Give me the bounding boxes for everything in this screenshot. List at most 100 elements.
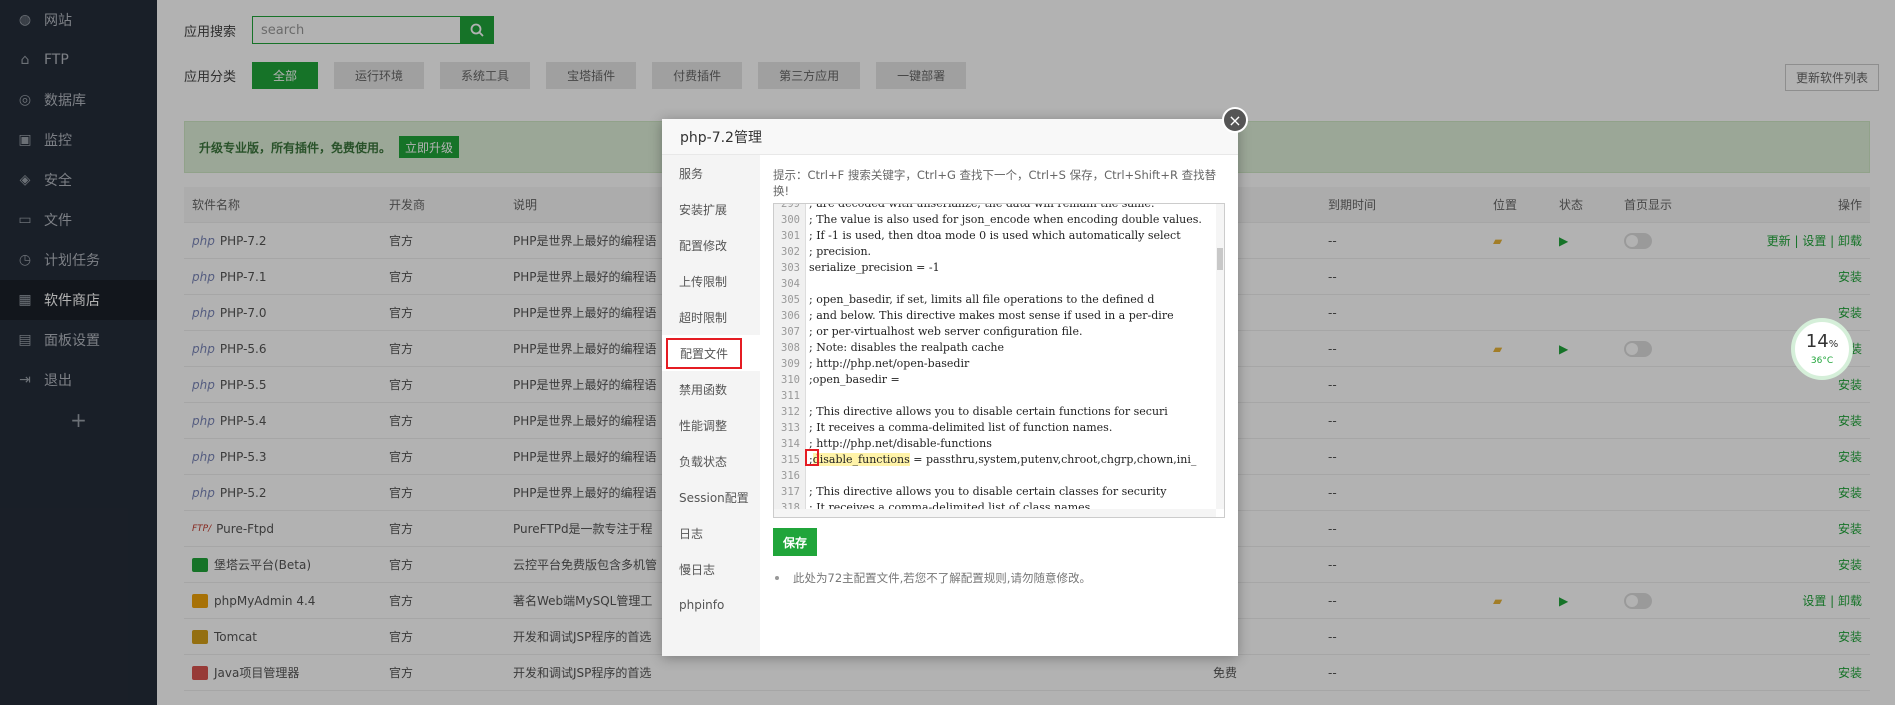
editor-line[interactable]: 304 <box>774 276 1216 292</box>
config-editor[interactable]: 299 ; are decoded with unserialize, the d… <box>773 203 1225 518</box>
line-number: 305 <box>781 294 800 306</box>
line-text: ; precision. <box>809 245 872 258</box>
dialog-tab-label: Session配置 <box>679 490 749 505</box>
line-number: 299 <box>781 203 800 210</box>
line-number: 315 <box>781 454 800 466</box>
php-manage-dialog: php-7.2管理 × 服务安装扩展配置修改上传限制超时限制配置文件禁用函数性能… <box>662 107 1248 656</box>
dialog-tab-0[interactable]: 服务 <box>662 155 760 191</box>
dialog-tab-5[interactable]: 配置文件 <box>662 335 760 371</box>
line-number: 311 <box>781 390 800 402</box>
search-highlight: disable_functions <box>812 453 910 466</box>
editor-line[interactable]: 308 ; Note: disables the realpath cache <box>774 340 1216 356</box>
config-note: 此处为72主配置文件,若您不了解配置规则,请勿随意修改。 <box>773 570 1226 586</box>
editor-line[interactable]: 303 serialize_precision = -1 <box>774 260 1216 276</box>
editor-line[interactable]: 301 ; If -1 is used, then dtoa mode 0 is … <box>774 228 1216 244</box>
dialog-tab-label: 配置文件 <box>666 337 743 369</box>
dialog-tab-label: 配置修改 <box>679 238 728 253</box>
line-number: 306 <box>781 310 800 322</box>
dialog-tab-10[interactable]: 日志 <box>662 515 760 551</box>
vertical-scrollbar[interactable] <box>1216 204 1224 509</box>
line-number: 312 <box>781 406 800 418</box>
dialog-tab-label: 安装扩展 <box>679 202 728 217</box>
line-text: ;open_basedir = <box>809 373 900 386</box>
editor-line[interactable]: 311 <box>774 388 1216 404</box>
dialog-tab-6[interactable]: 禁用函数 <box>662 371 760 407</box>
dialog-tab-1[interactable]: 安装扩展 <box>662 191 760 227</box>
cpu-percent: 14% <box>1805 330 1839 352</box>
dialog-tab-9[interactable]: Session配置 <box>662 479 760 515</box>
line-number: 310 <box>781 374 800 386</box>
dialog-tab-label: phpinfo <box>679 598 725 612</box>
line-number: 314 <box>781 438 800 450</box>
dialog-body: 提示：Ctrl+F 搜索关键字，Ctrl+G 查找下一个，Ctrl+S 保存，C… <box>760 155 1238 656</box>
editor-line[interactable]: 310 ;open_basedir = <box>774 372 1216 388</box>
dialog-tab-label: 负载状态 <box>679 454 728 469</box>
line-number: 308 <box>781 342 800 354</box>
line-text <box>804 276 809 292</box>
editor-line[interactable]: 312 ; This directive allows you to disabl… <box>774 404 1216 420</box>
editor-line[interactable]: 305 ; open_basedir, if set, limits all fi… <box>774 292 1216 308</box>
editor-line[interactable]: 309 ; http://php.net/open-basedir <box>774 356 1216 372</box>
dialog-tabs: 服务安装扩展配置修改上传限制超时限制配置文件禁用函数性能调整负载状态 Sessio… <box>662 155 760 656</box>
line-number: 300 <box>781 214 800 226</box>
line-number: 309 <box>781 358 800 370</box>
line-text: ; It receives a comma-delimited list of … <box>809 421 1113 434</box>
close-icon[interactable]: × <box>1222 107 1248 133</box>
dialog-tab-label: 慢日志 <box>679 562 716 577</box>
scroll-thumb[interactable] <box>1217 248 1223 270</box>
editor-line[interactable]: 302 ; precision. <box>774 244 1216 260</box>
cpu-temp: 36°C <box>1810 355 1834 366</box>
editor-line[interactable]: 317 ; This directive allows you to disabl… <box>774 484 1216 500</box>
line-number: 307 <box>781 326 800 338</box>
line-number: 317 <box>781 486 800 498</box>
line-text: ; and below. This directive makes most s… <box>809 309 1174 322</box>
editor-line[interactable]: 300 ; The value is also used for json_enc… <box>774 212 1216 228</box>
line-number: 313 <box>781 422 800 434</box>
editor-line[interactable]: 316 <box>774 468 1216 484</box>
editor-lines[interactable]: 299 ; are decoded with unserialize, the d… <box>774 203 1216 516</box>
dialog-tab-label: 上传限制 <box>679 274 728 289</box>
note-text: 此处为72主配置文件,若您不了解配置规则,请勿随意修改。 <box>793 571 1091 585</box>
line-number: 303 <box>781 262 800 274</box>
editor-line[interactable]: 299 ; are decoded with unserialize, the d… <box>774 203 1216 212</box>
dialog-tab-label: 服务 <box>679 166 704 181</box>
line-text: ; or per-virtualhost web server configur… <box>809 325 1083 338</box>
editor-line[interactable]: 315 ;disable_functions = passthru,system,… <box>774 452 1216 468</box>
bullet-icon <box>775 576 779 580</box>
line-text: ; Note: disables the realpath cache <box>809 341 1004 354</box>
line-text <box>804 388 809 404</box>
line-text: ; are decoded with unserialize, the data… <box>809 203 1155 210</box>
dialog-tab-7[interactable]: 性能调整 <box>662 407 760 443</box>
line-text: ; http://php.net/open-basedir <box>809 357 970 370</box>
cpu-gauge[interactable]: 14% 36°C <box>1791 318 1853 380</box>
save-button[interactable]: 保存 <box>773 528 817 556</box>
line-text: ; If -1 is used, then dtoa mode 0 is use… <box>809 229 1181 242</box>
horizontal-scrollbar[interactable] <box>774 509 1216 517</box>
line-number: 304 <box>781 278 800 290</box>
editor-hint: 提示：Ctrl+F 搜索关键字，Ctrl+G 查找下一个，Ctrl+S 保存，C… <box>773 168 1217 198</box>
editor-line[interactable]: 306 ; and below. This directive makes mos… <box>774 308 1216 324</box>
editor-line[interactable]: 313 ; It receives a comma-delimited list … <box>774 420 1216 436</box>
highlight-box <box>805 449 819 466</box>
dialog-tab-12[interactable]: phpinfo <box>662 587 760 623</box>
editor-line[interactable]: 307 ; or per-virtualhost web server confi… <box>774 324 1216 340</box>
line-text: ; The value is also used for json_encode… <box>809 213 1202 226</box>
dialog-tab-2[interactable]: 配置修改 <box>662 227 760 263</box>
dialog-title: php-7.2管理 <box>662 119 1238 155</box>
dialog-tab-label: 超时限制 <box>679 310 728 325</box>
dialog-tab-4[interactable]: 超时限制 <box>662 299 760 335</box>
line-text: ; This directive allows you to disable c… <box>809 405 1168 418</box>
dialog-tab-3[interactable]: 上传限制 <box>662 263 760 299</box>
line-number: 301 <box>781 230 800 242</box>
dialog-tab-8[interactable]: 负载状态 <box>662 443 760 479</box>
dialog-tab-label: 禁用函数 <box>679 382 728 397</box>
dialog-tab-label: 性能调整 <box>679 418 728 433</box>
line-text: serialize_precision = -1 <box>809 261 940 274</box>
line-text: ; http://php.net/disable-functions <box>809 437 992 450</box>
line-number: 302 <box>781 246 800 258</box>
line-number: 316 <box>781 470 800 482</box>
line-text: ; This directive allows you to disable c… <box>809 485 1167 498</box>
dialog-tab-11[interactable]: 慢日志 <box>662 551 760 587</box>
dialog-tab-label: 日志 <box>679 526 704 541</box>
editor-line[interactable]: 314 ; http://php.net/disable-functions <box>774 436 1216 452</box>
